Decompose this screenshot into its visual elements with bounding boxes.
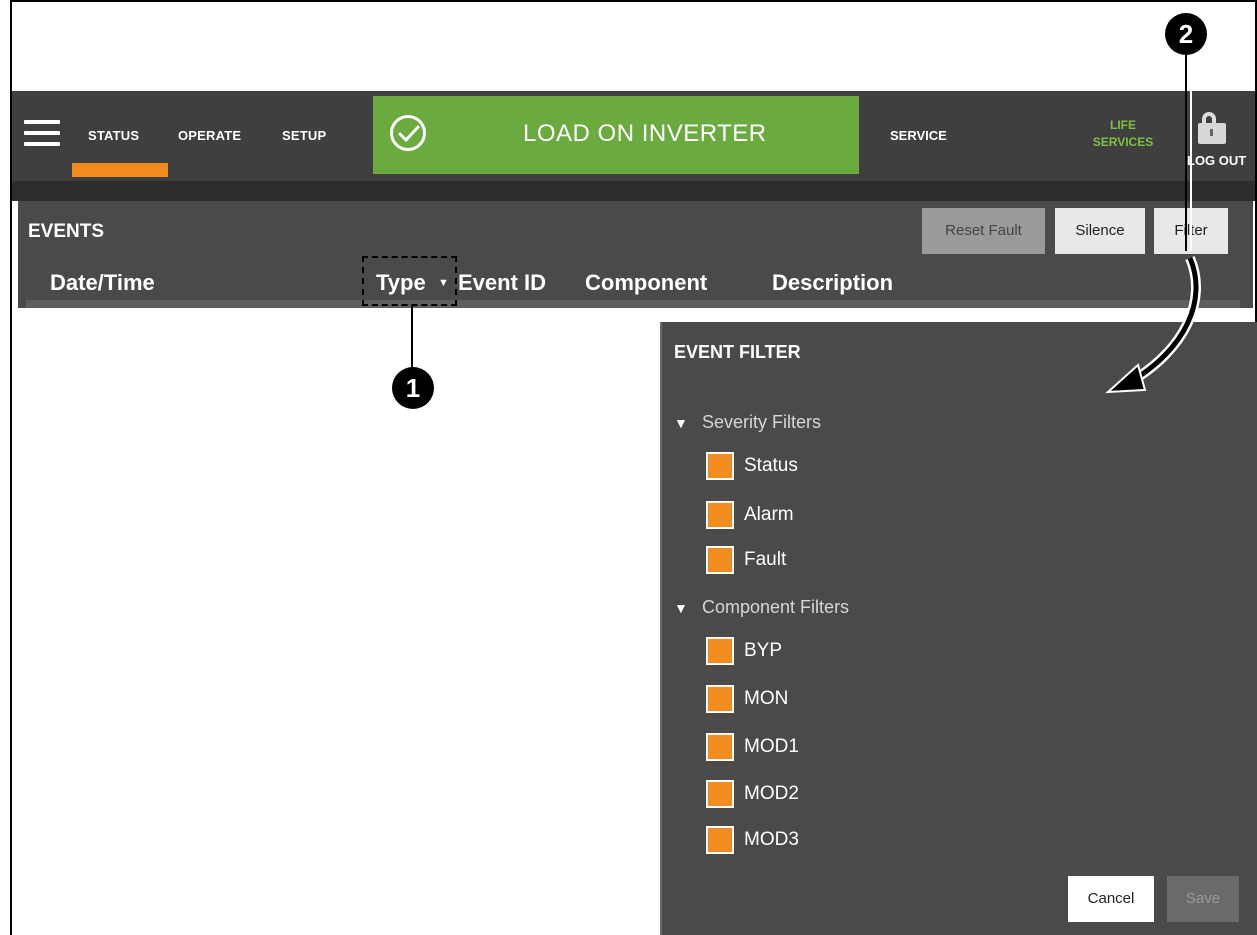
- table-header-divider: [26, 300, 1240, 308]
- checkbox-mod1[interactable]: MOD1: [706, 733, 799, 761]
- checkbox-label: MON: [744, 688, 789, 709]
- status-banner-text: LOAD ON INVERTER: [523, 120, 767, 147]
- callout-1: 1: [392, 367, 434, 409]
- save-button[interactable]: Save: [1167, 876, 1239, 922]
- nav-operate[interactable]: OPERATE: [178, 128, 241, 143]
- checkbox[interactable]: [706, 780, 734, 808]
- callout-1-leader: [411, 306, 413, 368]
- checkbox-label: MOD3: [744, 829, 799, 850]
- logout-button[interactable]: LOG OUT: [1187, 153, 1246, 168]
- checkbox[interactable]: [706, 685, 734, 713]
- event-filter-title: EVENT FILTER: [674, 342, 801, 362]
- checkbox-label: Fault: [744, 549, 787, 570]
- checkbox[interactable]: [706, 637, 734, 665]
- checkbox[interactable]: [706, 452, 734, 480]
- checkbox-label: MOD1: [744, 736, 799, 757]
- nav-service[interactable]: SERVICE: [890, 128, 947, 143]
- column-event-id[interactable]: Event ID: [458, 270, 546, 296]
- curved-arrow-icon: [1105, 256, 1202, 394]
- reset-fault-button[interactable]: Reset Fault: [922, 208, 1045, 254]
- checkbox-mod3[interactable]: MOD3: [706, 826, 799, 854]
- column-description[interactable]: Description: [772, 270, 893, 296]
- lock-icon[interactable]: [1198, 112, 1226, 144]
- check-circle-icon: [390, 115, 426, 151]
- column-date-time[interactable]: Date/Time: [50, 270, 155, 296]
- silence-button[interactable]: Silence: [1055, 208, 1145, 254]
- severity-filters-label: Severity Filters: [702, 412, 822, 432]
- checkbox[interactable]: [706, 501, 734, 529]
- checkbox-mon[interactable]: MON: [706, 685, 788, 713]
- nav-life-services[interactable]: LIFE SERVICES: [1083, 117, 1163, 151]
- column-component[interactable]: Component: [585, 270, 707, 296]
- life-services-line1: LIFE: [1110, 118, 1136, 132]
- callout-2: 2: [1165, 13, 1207, 55]
- cancel-button[interactable]: Cancel: [1068, 876, 1154, 922]
- callout-2-leader: [1185, 55, 1187, 251]
- chevron-down-icon: ▼: [674, 600, 688, 616]
- nav-status[interactable]: STATUS: [88, 128, 139, 143]
- menu-icon[interactable]: [24, 120, 60, 146]
- checkbox-label: Status: [744, 455, 798, 476]
- checkbox-label: Alarm: [744, 504, 794, 525]
- active-tab-indicator: [72, 163, 168, 177]
- checkbox-label: MOD2: [744, 783, 799, 804]
- checkbox-status[interactable]: Status: [706, 452, 798, 480]
- checkbox-alarm[interactable]: Alarm: [706, 501, 794, 529]
- checkbox-fault[interactable]: Fault: [706, 546, 786, 574]
- checkbox[interactable]: [706, 546, 734, 574]
- events-title: EVENTS: [28, 221, 105, 242]
- sub-bar: [12, 181, 1255, 201]
- status-banner: LOAD ON INVERTER: [373, 96, 859, 174]
- nav-setup[interactable]: SETUP: [282, 128, 326, 143]
- checkbox[interactable]: [706, 826, 734, 854]
- life-services-line2: SERVICES: [1092, 135, 1154, 149]
- checkbox-label: BYP: [744, 640, 783, 661]
- callout-2-leader-inner: [1190, 55, 1192, 251]
- component-filters-header[interactable]: ▼ Component Filters: [674, 597, 849, 618]
- type-column-highlight: [362, 256, 457, 306]
- checkbox[interactable]: [706, 733, 734, 761]
- chevron-down-icon: ▼: [674, 415, 688, 431]
- severity-filters-header[interactable]: ▼ Severity Filters: [674, 412, 821, 433]
- checkbox-mod2[interactable]: MOD2: [706, 780, 799, 808]
- checkbox-byp[interactable]: BYP: [706, 637, 782, 665]
- component-filters-label: Component Filters: [702, 597, 850, 617]
